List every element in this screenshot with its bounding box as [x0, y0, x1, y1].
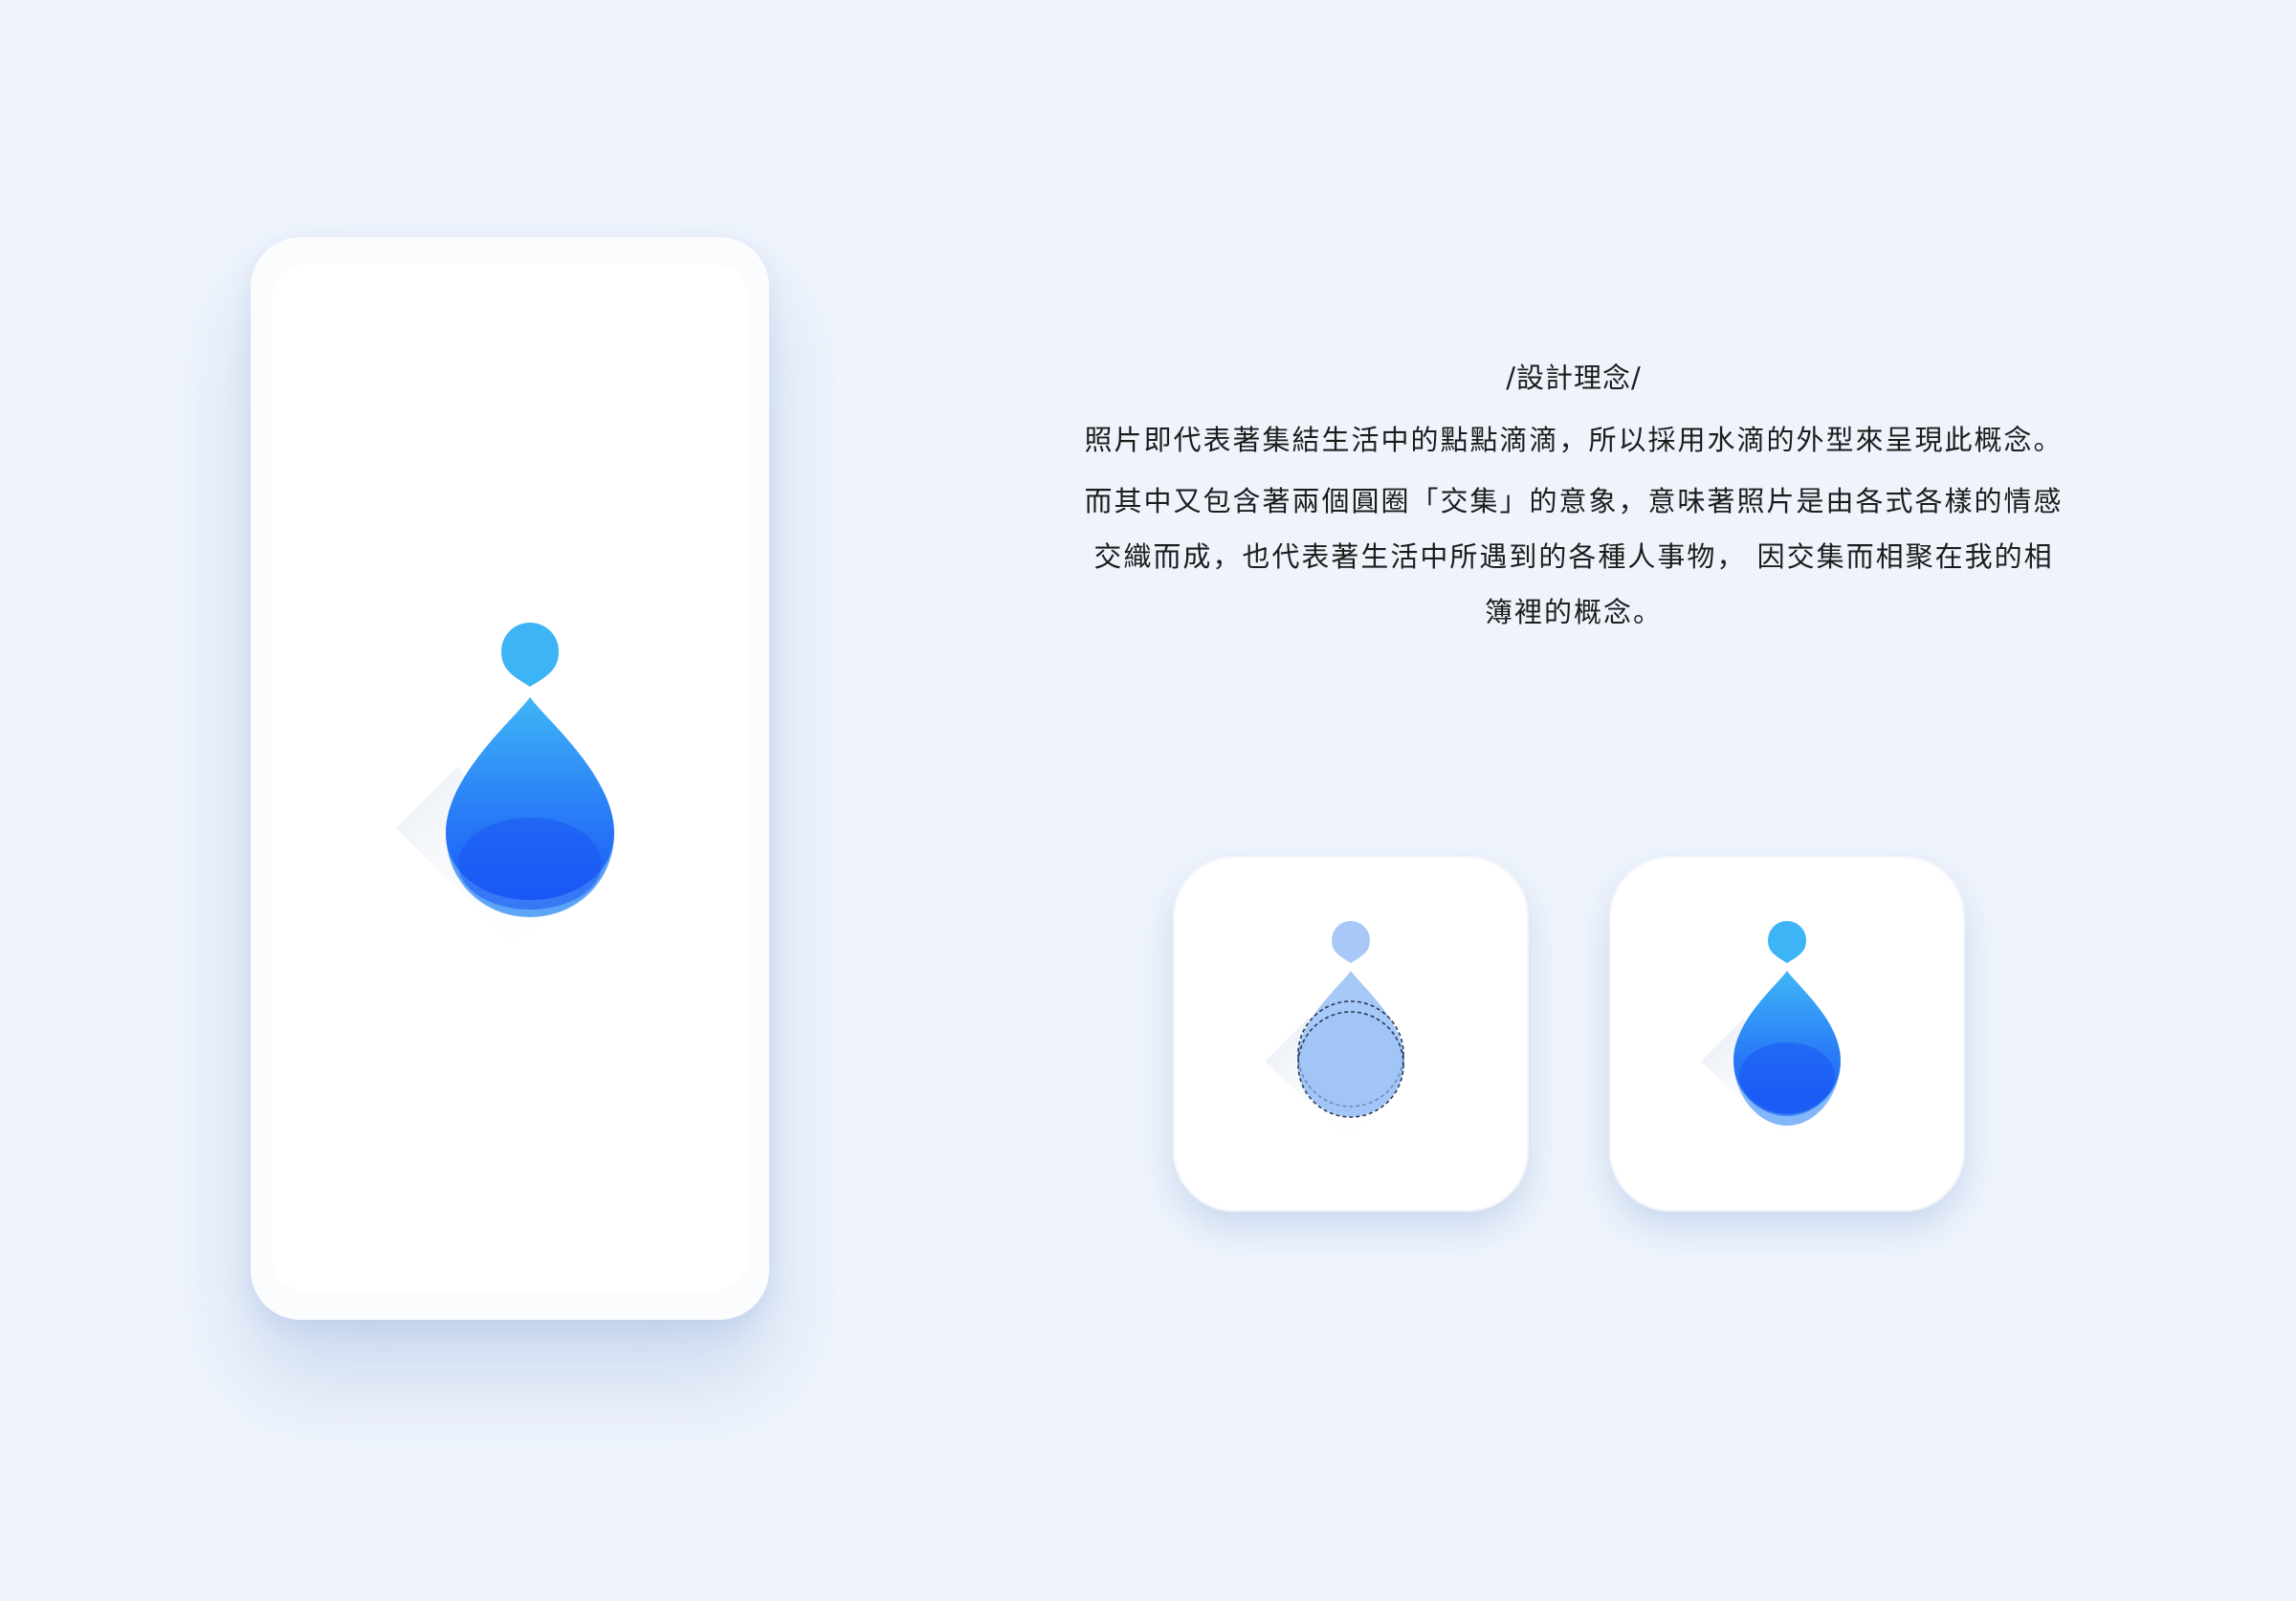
app-icon-tile: [1609, 856, 1965, 1212]
water-drop-construction-icon: [1265, 921, 1404, 1133]
concept-paragraph-line: 而其中又包含著兩個圓圈「交集」的意象，意味著照片是由各式各樣的情感: [1084, 485, 2064, 517]
water-drop-app-icon: [1701, 921, 1841, 1133]
concept-paragraph: 而其中又包含著兩個圓圈「交集」的意象，意味著照片是由各式各樣的情感 交織而成，也…: [1009, 473, 2138, 640]
concept-paragraph-line: 交織而成，也代表著生活中所遇到的各種人事物， 因交集而相聚在我的相: [1093, 540, 2054, 573]
design-concept: /設計理念/ 照片即代表著集結生活中的點點滴滴，所以採用水滴的外型來呈現此概念。…: [1009, 359, 2138, 640]
construction-icon-tile: [1173, 856, 1529, 1212]
concept-paragraph-line: 簿裡的概念。: [1484, 596, 1663, 628]
splash-screen: [272, 264, 748, 1291]
phone-mockup: [251, 237, 769, 1320]
water-drop-logo-icon: [396, 623, 614, 938]
concept-heading: /設計理念/: [1506, 362, 1642, 394]
concept-line: 照片即代表著集結生活中的點點滴滴，所以採用水滴的外型來呈現此概念。: [1084, 424, 2064, 456]
